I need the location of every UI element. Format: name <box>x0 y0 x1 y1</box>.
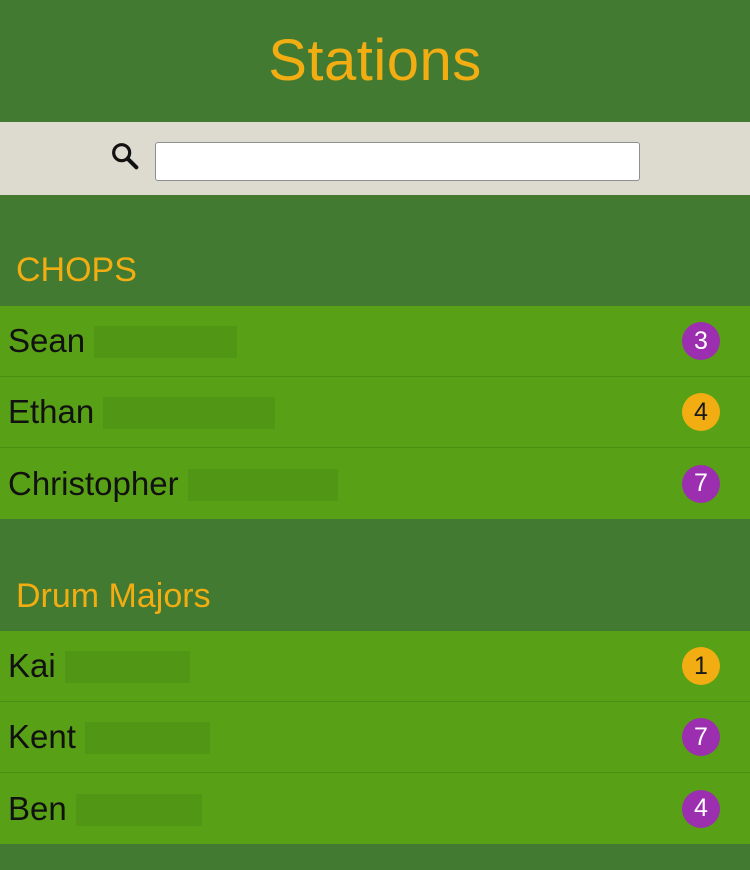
search-icon <box>109 140 141 177</box>
search-input[interactable] <box>155 142 640 181</box>
member-name: Ethan <box>8 393 95 430</box>
member-name: Kent <box>8 718 76 755</box>
redacted-text <box>94 326 238 358</box>
section-title: CHOPS <box>16 251 137 289</box>
redacted-text <box>103 397 276 429</box>
redacted-text <box>84 722 210 754</box>
list-item[interactable]: Kai 1 <box>0 631 750 702</box>
count-badge: 1 <box>682 647 720 685</box>
list-item[interactable]: Ethan 4 <box>0 377 750 448</box>
section-drum-majors: Drum Majors Kai 1 Kent 7 Ben 4 <box>0 576 750 844</box>
count-badge: 7 <box>682 464 720 503</box>
station-list: Kai 1 Kent 7 Ben 4 <box>0 631 750 844</box>
count-badge: 4 <box>682 393 720 431</box>
section-chops: CHOPS Sean 3 Ethan 4 Christopher 7 <box>0 250 750 519</box>
member-name: Ben <box>8 789 67 827</box>
member-name: Kai <box>8 647 56 684</box>
redacted-text <box>187 468 338 501</box>
app-header: Stations <box>0 0 750 122</box>
section-title: Drum Majors <box>16 577 211 615</box>
count-badge: 7 <box>682 718 720 756</box>
redacted-text <box>75 793 202 826</box>
station-list: Sean 3 Ethan 4 Christopher 7 <box>0 306 750 519</box>
page-title: Stations <box>268 27 482 93</box>
count-badge: 4 <box>682 789 720 828</box>
list-item[interactable]: Kent 7 <box>0 702 750 773</box>
list-item[interactable]: Sean 3 <box>0 306 750 377</box>
redacted-text <box>64 651 190 683</box>
member-name: Christopher <box>8 464 179 502</box>
list-item[interactable]: Ben 4 <box>0 773 750 844</box>
count-badge: 3 <box>682 322 720 360</box>
search-bar <box>0 122 750 195</box>
member-name: Sean <box>8 322 86 359</box>
list-item[interactable]: Christopher 7 <box>0 448 750 519</box>
